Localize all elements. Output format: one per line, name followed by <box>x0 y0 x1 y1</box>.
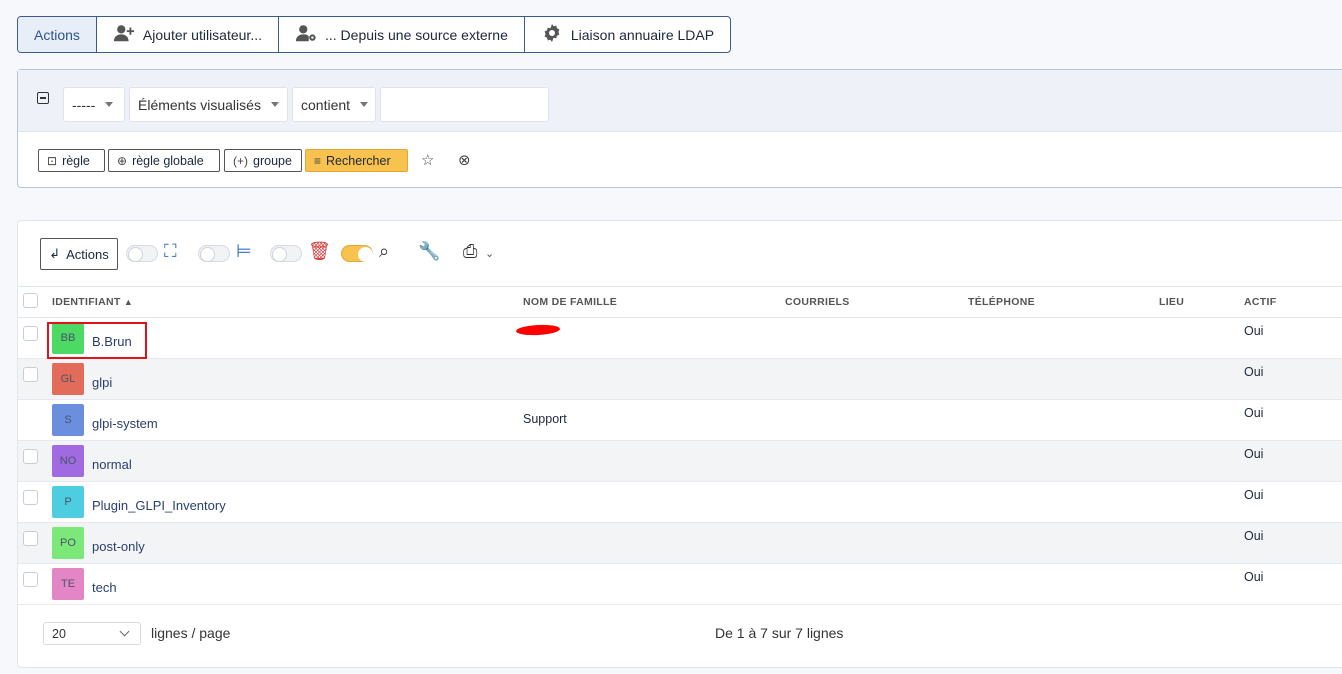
search-list-icon: ≡ <box>314 153 322 168</box>
criteria-item-select[interactable]: Éléments visualisés <box>129 87 288 122</box>
corner-arrow-icon: ↲ <box>49 246 61 261</box>
avatar: TE <box>52 568 84 600</box>
search-toggle[interactable] <box>341 245 373 262</box>
column-header-phone[interactable]: TÉLÉPHONE <box>968 286 1159 318</box>
lastname-cell <box>523 564 785 576</box>
braces-icon: (+) <box>233 153 248 168</box>
lastname-cell <box>523 482 785 494</box>
user-login-link[interactable]: tech <box>92 574 117 595</box>
avatar: NO <box>52 445 84 477</box>
active-cell: Oui <box>1244 406 1264 420</box>
search-icon[interactable]: ⌕ <box>379 241 389 262</box>
avatar: BB <box>52 322 84 354</box>
collapse-icon[interactable] <box>37 92 49 104</box>
add-global-rule-button[interactable]: ⊕ règle globale <box>108 149 220 172</box>
pagination-footer: 20 lignes / page De 1 à 7 sur 7 lignes <box>18 619 1342 659</box>
table-row[interactable]: GL glpi Oui <box>18 358 1342 400</box>
map-icon: ⛶ <box>164 241 177 261</box>
search-criteria-panel: ----- Éléments visualisés contient ⊡ règl… <box>17 69 1342 188</box>
reset-circle-icon[interactable]: ⊗ <box>458 151 471 169</box>
caret-down-icon <box>270 102 279 107</box>
table-row[interactable]: PO post-only Oui <box>18 522 1342 564</box>
row-checkbox[interactable] <box>23 490 38 505</box>
row-checkbox[interactable] <box>23 531 38 546</box>
ldap-link-button[interactable]: Liaison annuaire LDAP <box>525 17 730 52</box>
top-actions-bar: Actions Ajouter utilisateur... ... Depui… <box>17 16 732 53</box>
column-header-lastname[interactable]: NOM DE FAMILLE <box>523 286 785 318</box>
gear-icon <box>541 23 563 46</box>
lastname-cell <box>523 523 785 535</box>
results-panel: ↲ Actions ⛶ ⊨ 🗑 ⌕ 🔧 ⎙ ⌄ IDENTIFIANT ▲ NOM… <box>17 220 1342 668</box>
user-login-link[interactable]: glpi <box>92 369 112 390</box>
external-source-button[interactable]: ... Depuis une source externe <box>279 17 525 52</box>
massive-actions-button[interactable]: ↲ Actions <box>40 238 118 270</box>
user-login-link[interactable]: normal <box>92 451 132 472</box>
select-all-checkbox[interactable] <box>23 293 38 308</box>
criteria-field-select[interactable]: ----- <box>63 87 125 122</box>
user-login-link[interactable]: B.Brun <box>92 328 132 349</box>
tree-toggle[interactable] <box>198 245 230 262</box>
row-checkbox[interactable] <box>23 326 38 341</box>
active-cell: Oui <box>1244 365 1264 379</box>
lastname-cell <box>523 318 785 330</box>
tab-actions[interactable]: Actions <box>18 17 97 52</box>
row-checkbox[interactable] <box>23 367 38 382</box>
active-cell: Oui <box>1244 447 1264 461</box>
column-header-login[interactable]: IDENTIFIANT ▲ <box>52 286 523 318</box>
user-cog-icon <box>295 23 317 46</box>
table-row[interactable]: Sglpi-system Support Oui <box>18 399 1342 441</box>
active-cell: Oui <box>1244 570 1264 584</box>
map-toggle[interactable] <box>126 245 158 262</box>
row-checkbox[interactable] <box>23 449 38 464</box>
active-cell: Oui <box>1244 488 1264 502</box>
lastname-cell: Support <box>523 412 567 426</box>
lastname-cell <box>523 359 785 371</box>
column-header-location[interactable]: LIEU <box>1159 286 1244 318</box>
user-login-link[interactable]: post-only <box>92 533 145 554</box>
sort-asc-icon: ▲ <box>123 297 134 307</box>
page-size-select[interactable]: 20 <box>43 622 141 645</box>
table-row[interactable]: P Plugin_GLPI_Inventory Oui <box>18 481 1342 523</box>
column-header-active[interactable]: ACTIF <box>1244 286 1342 318</box>
lines-per-page-label: lignes / page <box>151 625 231 641</box>
criteria-value-input[interactable] <box>380 87 549 122</box>
lastname-cell <box>523 441 785 453</box>
column-header-emails[interactable]: COURRIELS <box>785 286 968 318</box>
avatar: S <box>52 404 84 436</box>
add-rule-button[interactable]: ⊡ règle <box>38 149 105 172</box>
add-user-button[interactable]: Ajouter utilisateur... <box>97 17 279 52</box>
row-count-label: De 1 à 7 sur 7 lignes <box>715 625 844 641</box>
criteria-operator-select[interactable]: contient <box>292 87 376 122</box>
caret-down-icon <box>105 102 114 107</box>
user-login-link[interactable]: Plugin_GLPI_Inventory <box>92 492 226 513</box>
search-button[interactable]: ≡ Rechercher <box>305 149 408 172</box>
chevron-down-icon <box>119 626 130 637</box>
avatar: PO <box>52 527 84 559</box>
table-row[interactable]: BB B.Brun Oui <box>18 317 1342 359</box>
caret-down-icon <box>360 102 369 107</box>
users-table: IDENTIFIANT ▲ NOM DE FAMILLE COURRIELS T… <box>18 286 1342 605</box>
row-checkbox[interactable] <box>23 572 38 587</box>
active-cell: Oui <box>1244 324 1264 338</box>
add-group-button[interactable]: (+) groupe <box>224 149 302 172</box>
add-square-icon: ⊡ <box>47 153 58 168</box>
export-file-icon[interactable]: ⎙ <box>463 241 477 262</box>
add-circle-icon: ⊕ <box>117 153 128 168</box>
active-cell: Oui <box>1244 529 1264 543</box>
table-row[interactable]: TE tech Oui <box>18 563 1342 605</box>
avatar: P <box>52 486 84 518</box>
trash-icon: 🗑 <box>308 241 331 261</box>
user-login-link[interactable]: glpi-system <box>92 410 158 431</box>
avatar: GL <box>52 363 84 395</box>
chevron-down-icon[interactable]: ⌄ <box>485 247 494 260</box>
wrench-icon[interactable]: 🔧 <box>418 241 440 262</box>
trash-toggle[interactable] <box>270 245 302 262</box>
user-plus-icon <box>113 23 135 46</box>
star-icon[interactable]: ☆ <box>421 151 434 169</box>
table-row[interactable]: NO normal Oui <box>18 440 1342 482</box>
tree-icon: ⊨ <box>236 241 252 261</box>
